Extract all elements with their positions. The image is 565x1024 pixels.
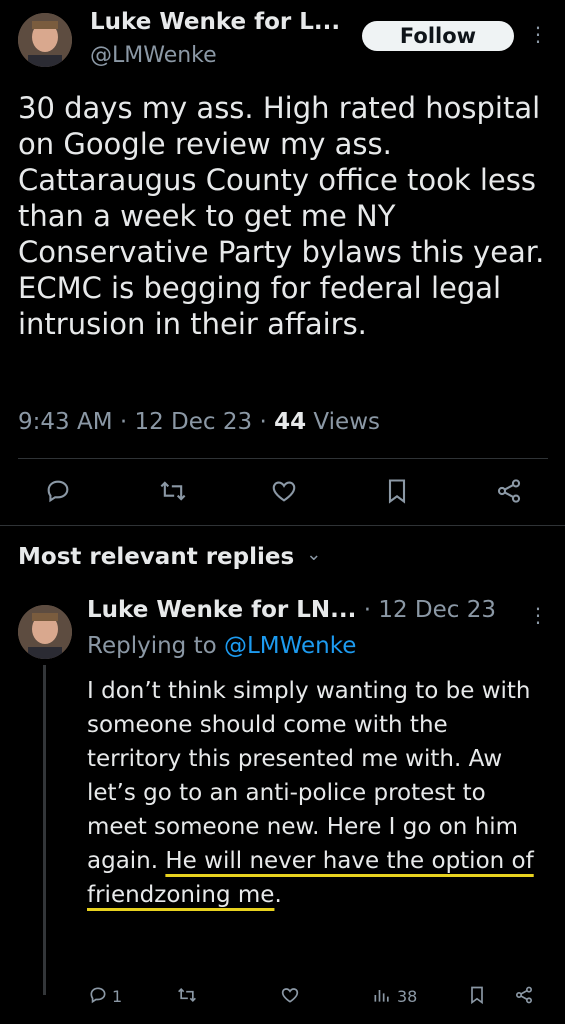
reply-text: I don’t think simply wanting to be with … bbox=[87, 674, 539, 912]
author-avatar[interactable] bbox=[18, 13, 72, 67]
reply-views-count: 38 bbox=[397, 987, 418, 1006]
reply-text-end: . bbox=[274, 882, 282, 908]
reply-reply-icon[interactable] bbox=[88, 985, 108, 1005]
tweet-date[interactable]: 12 Dec 23 bbox=[134, 409, 252, 435]
meta-separator: · bbox=[119, 409, 128, 435]
divider bbox=[0, 525, 565, 526]
author-handle[interactable]: @LMWenke bbox=[90, 43, 217, 68]
replying-to-label: Replying to bbox=[87, 633, 217, 659]
reply-header: Luke Wenke for LN... · 12 Dec 23 bbox=[87, 597, 496, 623]
bookmark-icon[interactable] bbox=[383, 477, 411, 505]
replying-to-handle[interactable]: @LMWenke bbox=[224, 633, 356, 659]
heart-icon[interactable] bbox=[270, 477, 298, 505]
reply-avatar[interactable] bbox=[18, 605, 72, 659]
tweet-time[interactable]: 9:43 AM bbox=[18, 409, 113, 435]
views-label: Views bbox=[313, 409, 380, 435]
reply-bookmark-icon[interactable] bbox=[467, 985, 487, 1005]
tweet-text: 30 days my ass. High rated hospital on G… bbox=[18, 91, 545, 341]
share-icon[interactable] bbox=[495, 477, 523, 505]
reply-share-icon[interactable] bbox=[514, 985, 534, 1005]
chevron-down-icon: ⌄ bbox=[306, 544, 322, 565]
replies-sort-dropdown[interactable]: Most relevant replies ⌄ bbox=[18, 544, 321, 570]
divider bbox=[18, 458, 548, 459]
reply-heart-icon[interactable] bbox=[280, 985, 300, 1005]
replies-title: Most relevant replies bbox=[18, 544, 295, 570]
reply-text-plain: I don’t think simply wanting to be with … bbox=[87, 678, 531, 874]
reply-separator: · bbox=[363, 597, 372, 623]
reply-icon[interactable] bbox=[44, 477, 72, 505]
author-name[interactable]: Luke Wenke for L... bbox=[90, 9, 340, 35]
reply-more-options-icon[interactable]: ⋮ bbox=[528, 603, 548, 631]
retweet-icon[interactable] bbox=[159, 477, 187, 505]
reply-retweet-icon[interactable] bbox=[177, 985, 197, 1005]
views-count: 44 bbox=[274, 409, 307, 435]
replying-to: Replying to @LMWenke bbox=[87, 633, 356, 659]
more-options-icon[interactable]: ⋮ bbox=[528, 22, 548, 50]
reply-views-icon[interactable] bbox=[372, 985, 392, 1005]
follow-button[interactable]: Follow bbox=[362, 21, 514, 51]
meta-separator: · bbox=[259, 409, 267, 435]
reply-author-name[interactable]: Luke Wenke for LN... bbox=[87, 597, 356, 623]
tweet-meta: 9:43 AM · 12 Dec 23 · 44 Views bbox=[18, 409, 380, 435]
reply-reply-count: 1 bbox=[112, 987, 123, 1006]
reply-date[interactable]: 12 Dec 23 bbox=[378, 597, 496, 623]
thread-line bbox=[43, 665, 46, 995]
